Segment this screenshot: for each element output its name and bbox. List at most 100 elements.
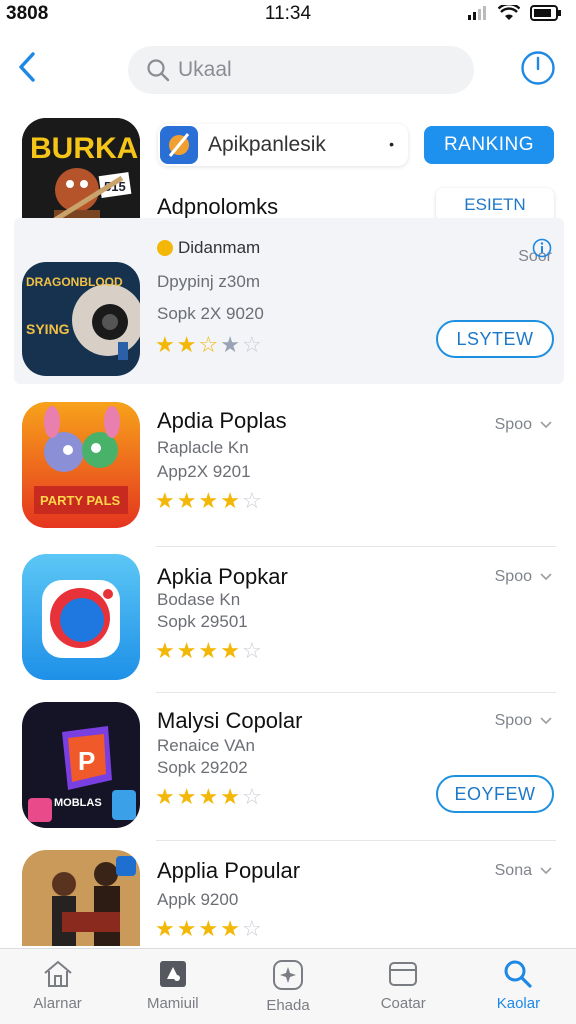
highlighted-app-icon[interactable]: DRAGONBLOOD SYING — [22, 262, 140, 376]
chevron-down-icon — [540, 573, 552, 581]
search-bar[interactable] — [128, 46, 474, 94]
sort-label: Spoo — [494, 568, 532, 585]
header — [0, 40, 576, 100]
highlighted-action-button[interactable]: LSYTEW — [436, 320, 554, 358]
app-meta-2: Sopk 29501 — [157, 612, 248, 631]
chip-label: Apikpanlesik — [208, 133, 326, 156]
app-rating-2: ★ ★ ★ ★ ☆ — [155, 640, 262, 662]
sort-label: Sona — [494, 862, 532, 879]
app-subtitle-3: Renaice VAn — [157, 736, 255, 755]
divider — [156, 546, 556, 547]
star-empty-icon: ☆ — [241, 488, 262, 513]
sort-label: Spoo — [494, 416, 532, 433]
app-sort-3[interactable]: Spoo — [495, 712, 552, 730]
status-icons — [468, 5, 562, 21]
star-icon: ★ — [176, 488, 197, 513]
home-icon — [43, 960, 72, 987]
divider — [156, 840, 556, 841]
star-icon: ★ — [198, 488, 219, 513]
tab-label: Alarnar — [33, 995, 82, 1012]
star-empty-icon: ☆ — [241, 784, 262, 809]
info-icon[interactable] — [532, 238, 552, 258]
star-half-icon: ☆ — [198, 332, 219, 357]
app-title-1: Apdia Poplas — [157, 408, 287, 433]
power-icon — [521, 51, 555, 85]
app-sort-2[interactable]: Spoo — [495, 568, 552, 586]
star-icon: ★ — [155, 332, 175, 357]
search-input[interactable] — [178, 58, 458, 82]
app-icon-1[interactable]: PARTY PALS — [22, 402, 140, 528]
star-icon: ★ — [155, 916, 175, 941]
divider — [156, 692, 556, 693]
tab-mamiuil[interactable]: Mamiuil — [115, 949, 230, 1024]
svg-text:SYING: SYING — [26, 321, 70, 337]
app-title-2: Apkia Popkar — [157, 564, 288, 589]
highlighted-subtitle: Dpypinj z30m — [157, 272, 260, 291]
star-icon: ★ — [176, 916, 197, 941]
star-icon: ★ — [220, 332, 240, 357]
apps-icon — [159, 961, 186, 987]
app-title-4: Applia Popular — [157, 858, 301, 883]
chip-dot: • — [389, 136, 394, 152]
svg-text:DRAGONBLOOD: DRAGONBLOOD — [26, 275, 123, 289]
app-action-button-3[interactable]: EOYFEW — [436, 775, 554, 813]
app-rating-1: ★ ★ ★ ★ ☆ — [155, 490, 262, 512]
highlighted-developer: Didanmam — [178, 238, 261, 257]
power-button[interactable] — [520, 50, 556, 86]
tab-label: Ehada — [266, 997, 310, 1014]
ranking-button[interactable]: RANKING — [424, 126, 554, 164]
star-icon: ★ — [176, 784, 197, 809]
chevron-down-icon — [540, 421, 552, 429]
highlighted-rating: ★ ★ ☆ ★ ☆ — [155, 334, 262, 356]
category-chip[interactable]: Apikpanlesik • — [158, 124, 408, 166]
svg-text:MOBLAS: MOBLAS — [54, 797, 102, 809]
tab-label: Kaolar — [496, 995, 541, 1012]
tab-coatar[interactable]: Coatar — [346, 949, 461, 1024]
star-icon: ★ — [176, 332, 197, 357]
search-icon — [147, 59, 170, 82]
sort-label: Spoo — [494, 712, 532, 729]
tab-ehada[interactable]: Ehada — [230, 949, 345, 1024]
star-icon: ★ — [220, 638, 240, 663]
app-sort-1[interactable]: Spoo — [495, 416, 552, 434]
star-icon: ★ — [155, 488, 175, 513]
app-meta-4: Appk 9200 — [157, 890, 239, 909]
app-icon-3[interactable]: P MOBLAS — [22, 702, 140, 828]
star-icon: ★ — [198, 916, 219, 941]
svg-text:PARTY PALS: PARTY PALS — [40, 493, 121, 508]
star-empty-icon: ☆ — [241, 916, 262, 941]
svg-text:BURKA!: BURKA! — [30, 132, 140, 165]
star-icon: ★ — [176, 638, 197, 663]
chevron-down-icon — [540, 717, 552, 725]
tab-alarnar[interactable]: Alarnar — [0, 949, 115, 1024]
svg-text:P: P — [78, 746, 95, 776]
app-meta-3: Sopk 29202 — [157, 758, 248, 777]
app-icon-2[interactable] — [22, 554, 140, 680]
developer-badge-icon — [157, 240, 173, 256]
back-button[interactable] — [10, 50, 44, 84]
search-icon — [504, 960, 533, 988]
edit-button[interactable]: ESIETN — [436, 188, 554, 222]
star-icon: ★ — [155, 638, 175, 663]
app-subtitle-1: Raplacle Kn — [157, 438, 249, 457]
star-icon: ★ — [220, 784, 240, 809]
status-bar: 3808 11:34 — [0, 0, 576, 32]
tab-label: Mamiuil — [146, 995, 199, 1012]
app-rating-3: ★ ★ ★ ★ ☆ — [155, 786, 262, 808]
star-empty-icon: ☆ — [241, 638, 262, 663]
wifi-icon — [498, 5, 520, 20]
tab-kaolar[interactable]: Kaolar — [461, 949, 576, 1024]
app-sort-4[interactable]: Sona — [495, 862, 552, 880]
folder-icon — [389, 962, 418, 986]
star-icon: ★ — [198, 784, 219, 809]
star-icon: ★ — [198, 638, 219, 663]
battery-icon — [530, 5, 561, 21]
tab-label: Coatar — [380, 995, 426, 1012]
app-title-3: Malysi Copolar — [157, 708, 303, 733]
star-icon — [273, 960, 303, 990]
star-icon: ★ — [220, 488, 240, 513]
star-icon: ★ — [155, 784, 175, 809]
app-icon-4[interactable] — [22, 850, 140, 946]
featured-app-title: Adpnolomks — [157, 194, 279, 219]
star-icon: ★ — [220, 916, 240, 941]
